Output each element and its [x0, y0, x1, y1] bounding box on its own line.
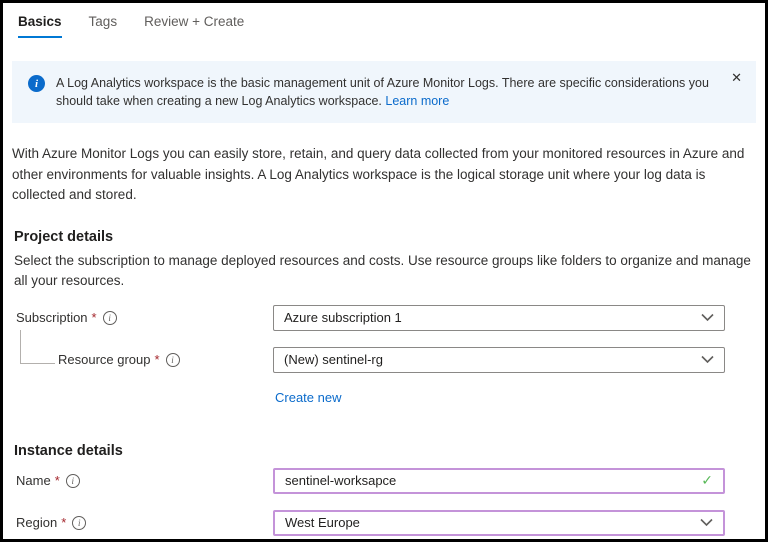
info-icon[interactable]: i	[102, 310, 117, 325]
required-asterisk: *	[91, 310, 97, 325]
subscription-value: Azure subscription 1	[284, 310, 402, 325]
create-workspace-pane: Basics Tags Review + Create i A Log Anal…	[0, 0, 768, 542]
name-value: sentinel-worksapce	[285, 473, 397, 488]
resource-group-label-text: Resource group	[58, 352, 151, 367]
chevron-down-icon	[701, 355, 714, 364]
name-input[interactable]: sentinel-worksapce ✓	[273, 467, 725, 494]
info-icon[interactable]: i	[165, 352, 180, 367]
chevron-down-icon	[700, 518, 713, 527]
close-icon[interactable]: ✕	[731, 70, 742, 86]
info-icon[interactable]: i	[65, 473, 80, 488]
resource-group-row: Resource group * i (New) sentinel-rg	[16, 346, 765, 373]
instance-details-form: Name * i sentinel-worksapce ✓ Region * i…	[16, 467, 765, 536]
subscription-label: Subscription * i	[16, 310, 273, 325]
info-banner-message: A Log Analytics workspace is the basic m…	[56, 76, 709, 108]
region-dropdown[interactable]: West Europe	[273, 509, 725, 536]
resource-group-value: (New) sentinel-rg	[284, 352, 383, 367]
name-label-text: Name	[16, 473, 51, 488]
project-details-description: Select the subscription to manage deploy…	[14, 252, 751, 288]
region-value: West Europe	[285, 515, 360, 530]
info-banner: i A Log Analytics workspace is the basic…	[12, 61, 756, 123]
info-icon: i	[28, 75, 45, 92]
project-details-heading: Project details	[14, 228, 114, 245]
project-details-form: Subscription * i Azure subscription 1 Re…	[16, 304, 765, 407]
required-asterisk: *	[61, 515, 67, 530]
valid-check-icon: ✓	[701, 472, 713, 488]
chevron-down-icon	[701, 313, 714, 322]
region-label-text: Region	[16, 515, 58, 530]
name-label: Name * i	[16, 473, 273, 488]
region-label: Region * i	[16, 515, 273, 530]
resource-group-dropdown[interactable]: (New) sentinel-rg	[273, 346, 725, 373]
create-new-link[interactable]: Create new	[275, 390, 341, 405]
tab-basics[interactable]: Basics	[18, 14, 62, 38]
tab-tags[interactable]: Tags	[89, 14, 118, 38]
tab-review-create[interactable]: Review + Create	[144, 14, 244, 38]
info-banner-text: A Log Analytics workspace is the basic m…	[56, 76, 709, 108]
info-icon[interactable]: i	[72, 515, 87, 530]
instance-details-heading: Instance details	[14, 442, 123, 459]
subscription-dropdown[interactable]: Azure subscription 1	[273, 304, 725, 331]
subscription-row: Subscription * i Azure subscription 1	[16, 304, 765, 331]
required-asterisk: *	[154, 352, 160, 367]
required-asterisk: *	[54, 473, 60, 488]
subscription-label-text: Subscription	[16, 310, 88, 325]
wizard-tabs: Basics Tags Review + Create	[3, 3, 765, 38]
name-row: Name * i sentinel-worksapce ✓	[16, 467, 765, 494]
learn-more-link[interactable]: Learn more	[385, 94, 449, 108]
resource-group-connector-line	[20, 329, 55, 364]
region-row: Region * i West Europe	[16, 509, 765, 536]
intro-paragraph: With Azure Monitor Logs you can easily s…	[12, 146, 745, 202]
